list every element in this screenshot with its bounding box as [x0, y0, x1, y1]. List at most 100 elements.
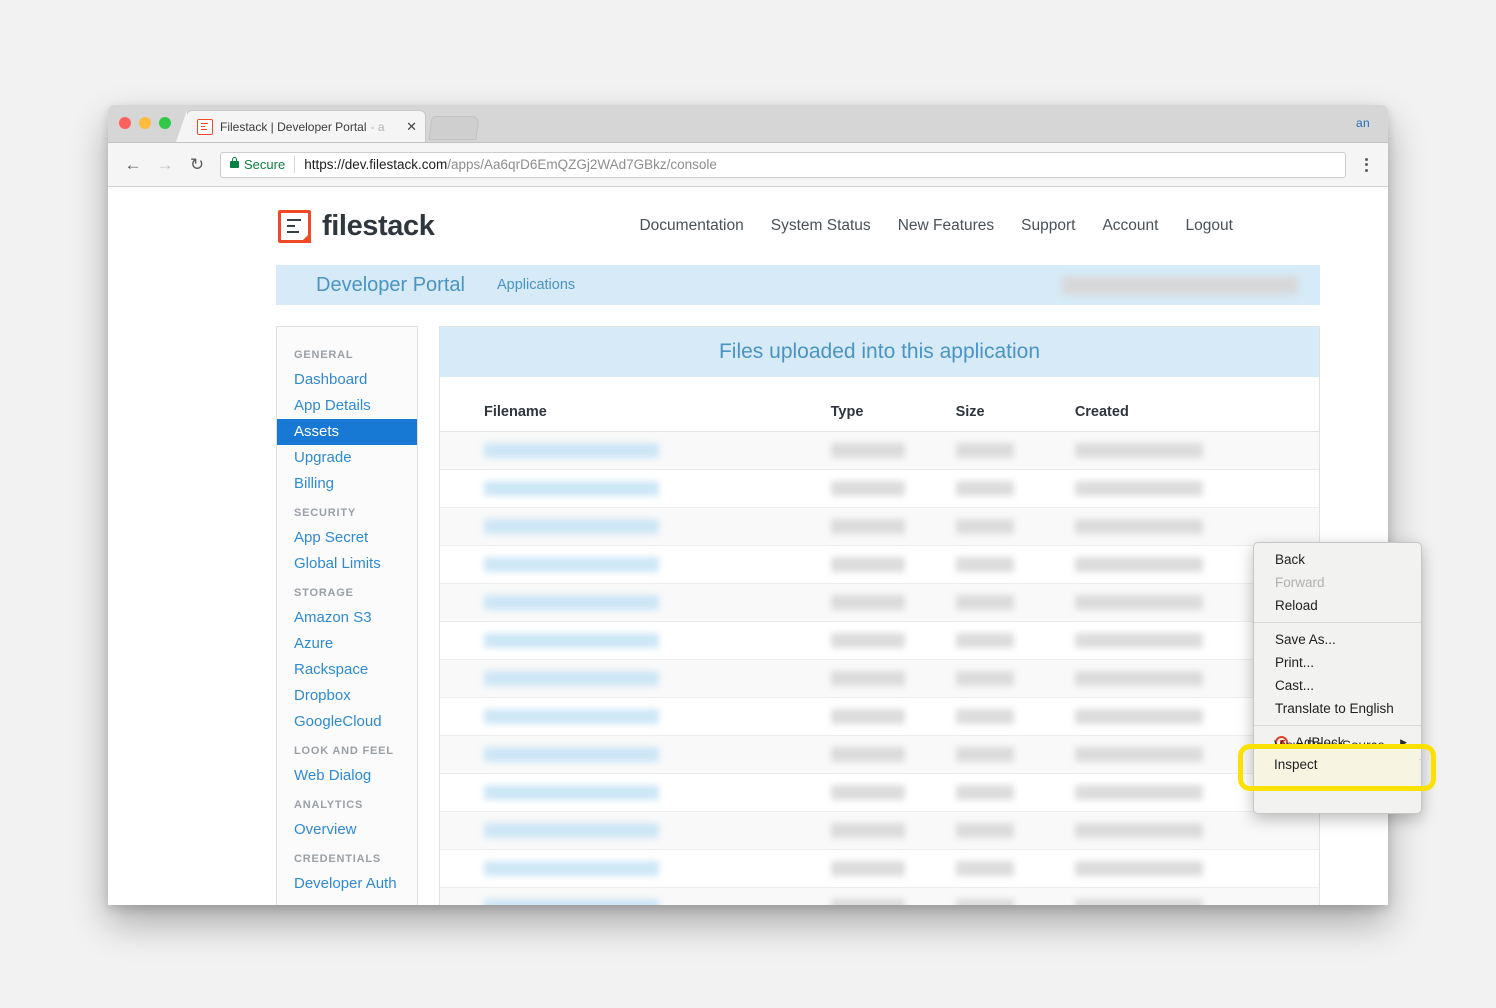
nav-documentation[interactable]: Documentation [639, 217, 743, 235]
context-menu-item-reload[interactable]: Reload [1254, 594, 1421, 617]
sidebar-item-dropbox[interactable]: Dropbox [277, 683, 417, 709]
sidebar-group-look-and-feel: LOOK AND FEEL [277, 735, 417, 763]
context-menu-item-cast[interactable]: Cast... [1254, 674, 1421, 697]
maximize-window-button[interactable] [159, 117, 171, 129]
sidebar-item-developer-auth[interactable]: Developer Auth [277, 871, 417, 897]
context-menu-item-back[interactable]: Back [1254, 548, 1421, 571]
redacted-value [831, 443, 905, 458]
sidebar-item-rackspace[interactable]: Rackspace [277, 657, 417, 683]
redacted-value [1075, 709, 1203, 724]
redacted-value [956, 557, 1014, 572]
column-header-size[interactable]: Size [956, 377, 1075, 432]
portal-bar: Developer Portal Applications [276, 265, 1320, 305]
sidebar-item-assets[interactable]: Assets [277, 419, 417, 445]
redacted-value [831, 481, 905, 496]
filestack-favicon-icon [197, 119, 213, 135]
table-cell-size [956, 432, 1075, 470]
redacted-value [1075, 443, 1203, 458]
sidebar-item-web-dialog[interactable]: Web Dialog [277, 763, 417, 789]
address-bar[interactable]: Secure https://dev.filestack.com/apps/Aa… [220, 152, 1346, 178]
table-row[interactable] [440, 508, 1319, 546]
column-header-filename[interactable]: Filename [440, 377, 831, 432]
new-tab-button[interactable] [428, 116, 479, 140]
column-header-type[interactable]: Type [831, 377, 956, 432]
table-cell-name [440, 470, 831, 508]
brand-name: filestack [322, 210, 434, 243]
context-menu-item-save-as[interactable]: Save As... [1254, 628, 1421, 651]
back-arrow-icon[interactable]: ← [120, 152, 146, 178]
table-row[interactable] [440, 850, 1319, 888]
main-panel: Files uploaded into this application Fil… [439, 326, 1320, 905]
close-window-button[interactable] [119, 117, 131, 129]
redacted-value [831, 519, 905, 534]
table-cell-name [440, 888, 831, 906]
table-row[interactable] [440, 812, 1319, 850]
redacted-value [1075, 557, 1203, 572]
table-row[interactable] [440, 622, 1319, 660]
sidebar-item-googlecloud[interactable]: GoogleCloud [277, 709, 417, 735]
table-cell-type [831, 736, 956, 774]
sidebar-item-overview[interactable]: Overview [277, 817, 417, 843]
table-row[interactable] [440, 698, 1319, 736]
table-row[interactable] [440, 432, 1319, 470]
table-cell-type [831, 774, 956, 812]
browser-menu-icon[interactable] [1356, 158, 1376, 172]
redacted-value [484, 557, 659, 572]
table-row[interactable] [440, 888, 1319, 906]
sidebar-item-upgrade[interactable]: Upgrade [277, 445, 417, 471]
table-row[interactable] [440, 584, 1319, 622]
table-cell-type [831, 850, 956, 888]
redacted-value [1075, 861, 1203, 876]
filestack-logo[interactable]: filestack [278, 210, 434, 243]
table-cell-name [440, 508, 831, 546]
sidebar-item-global-limits[interactable]: Global Limits [277, 551, 417, 577]
minimize-window-button[interactable] [139, 117, 151, 129]
nav-logout[interactable]: Logout [1185, 217, 1232, 235]
table-row[interactable] [440, 774, 1319, 812]
table-cell-type [831, 432, 956, 470]
context-menu-item-inspect[interactable]: Inspect [1274, 757, 1318, 772]
sidebar-item-app-secret[interactable]: App Secret [277, 525, 417, 551]
browser-tab[interactable]: Filestack | Developer Portal - a ✕ [186, 110, 426, 142]
sidebar-item-azure[interactable]: Azure [277, 631, 417, 657]
url-origin: https://dev.filestack.com [304, 157, 447, 172]
reload-icon[interactable]: ↻ [184, 152, 210, 178]
redacted-value [956, 443, 1014, 458]
table-cell-size [956, 584, 1075, 622]
context-menu-item-translate-to-english[interactable]: Translate to English [1254, 697, 1421, 720]
close-tab-icon[interactable]: ✕ [401, 120, 417, 133]
sidebar-group-storage: STORAGE [277, 577, 417, 605]
breadcrumb[interactable]: Applications [497, 277, 575, 293]
table-cell-size [956, 888, 1075, 906]
table-cell-name [440, 850, 831, 888]
context-menu-separator [1254, 725, 1421, 726]
table-row[interactable] [440, 736, 1319, 774]
redacted-value [484, 633, 659, 648]
column-header-created[interactable]: Created [1075, 377, 1319, 432]
nav-system-status[interactable]: System Status [771, 217, 871, 235]
nav-account[interactable]: Account [1102, 217, 1158, 235]
sidebar-item-billing[interactable]: Billing [277, 471, 417, 497]
table-cell-size [956, 508, 1075, 546]
table-cell-name [440, 698, 831, 736]
sidebar-item-app-details[interactable]: App Details [277, 393, 417, 419]
context-menu-item-forward[interactable]: Forward [1254, 571, 1421, 594]
forward-arrow-icon[interactable]: → [152, 152, 178, 178]
redacted-value [484, 443, 659, 458]
redacted-value [1075, 481, 1203, 496]
redacted-value [1075, 519, 1203, 534]
browser-window: Filestack | Developer Portal - a ✕ an ← … [108, 105, 1388, 905]
sidebar-item-amazon-s3[interactable]: Amazon S3 [277, 605, 417, 631]
nav-support[interactable]: Support [1021, 217, 1075, 235]
sidebar-item-dashboard[interactable]: Dashboard [277, 367, 417, 393]
lock-icon [230, 161, 239, 168]
context-menu-item-print[interactable]: Print... [1254, 651, 1421, 674]
redacted-value [1075, 671, 1203, 686]
table-row[interactable] [440, 546, 1319, 584]
table-row[interactable] [440, 470, 1319, 508]
window-controls [119, 117, 171, 129]
redacted-value [484, 785, 659, 800]
table-row[interactable] [440, 660, 1319, 698]
nav-new-features[interactable]: New Features [898, 217, 994, 235]
redacted-value [831, 747, 905, 762]
